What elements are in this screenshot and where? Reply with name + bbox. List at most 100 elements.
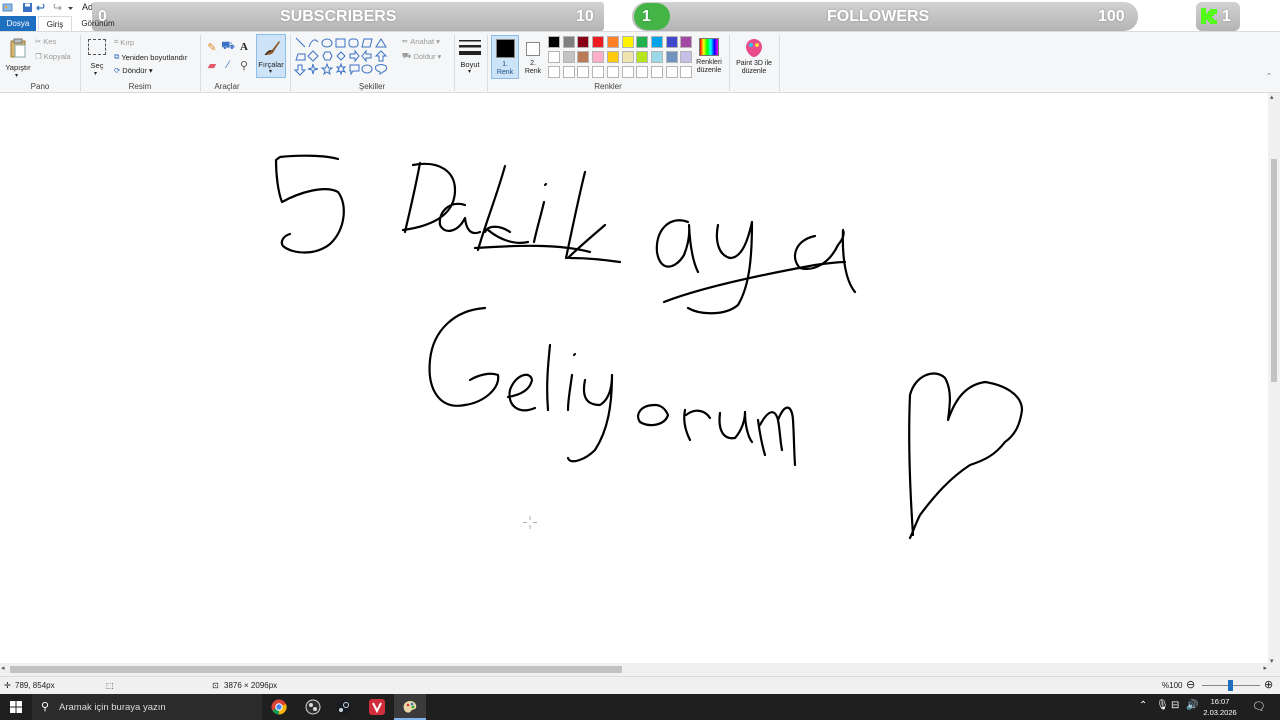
fill-bucket-icon[interactable]: ⛟ bbox=[221, 40, 235, 54]
handwritten-a2 bbox=[655, 219, 700, 274]
tab-file[interactable]: Dosya bbox=[0, 16, 36, 31]
paint-taskbar-icon bbox=[403, 701, 417, 713]
fill-button[interactable]: ⛟ Doldur ▾ bbox=[402, 51, 441, 61]
scroll-right-arrow-icon[interactable]: ▸ bbox=[1263, 664, 1267, 672]
custom-color-slot[interactable] bbox=[636, 66, 649, 78]
palette-swatch[interactable] bbox=[665, 51, 678, 63]
zoom-slider-thumb[interactable] bbox=[1228, 680, 1233, 691]
paint3d-button[interactable]: Paint 3D ile düzenle bbox=[733, 35, 775, 79]
horizontal-scroll-thumb[interactable] bbox=[10, 666, 622, 673]
handwriting-drawing bbox=[274, 154, 1024, 540]
custom-color-slot[interactable] bbox=[665, 66, 678, 78]
magnifier-icon[interactable]: ⚲ bbox=[237, 58, 251, 72]
custom-color-slot[interactable] bbox=[548, 66, 560, 78]
drawing-canvas[interactable] bbox=[0, 93, 1270, 663]
shapes-gallery[interactable] bbox=[294, 36, 398, 78]
cut-button[interactable]: ✂ Kes bbox=[35, 37, 56, 46]
custom-color-slot[interactable] bbox=[650, 66, 663, 78]
custom-color-slot[interactable] bbox=[606, 66, 619, 78]
resize-icon: ⧉ bbox=[114, 52, 120, 61]
palette-swatch[interactable] bbox=[592, 51, 605, 63]
palette-swatch[interactable] bbox=[636, 51, 649, 63]
show-hidden-icons-chevron-icon[interactable]: ⌃ bbox=[1139, 700, 1147, 711]
scroll-up-arrow-icon[interactable]: ▴ bbox=[1270, 93, 1274, 101]
windows-start-icon[interactable] bbox=[10, 701, 22, 713]
palette-swatch[interactable] bbox=[606, 51, 619, 63]
selection-size-icon: ⬚ bbox=[106, 681, 114, 690]
scroll-left-arrow-icon[interactable]: ◂ bbox=[1, 664, 5, 672]
color-picker-icon[interactable]: ⁄ bbox=[221, 58, 235, 72]
undo-icon[interactable] bbox=[36, 2, 47, 13]
horizontal-scrollbar[interactable]: ◂ ▸ bbox=[0, 663, 1280, 676]
custom-color-slot[interactable] bbox=[621, 66, 634, 78]
eraser-icon[interactable]: ▰ bbox=[205, 58, 219, 72]
custom-color-slot[interactable] bbox=[680, 66, 693, 78]
handwritten-o bbox=[637, 403, 670, 427]
palette-swatch[interactable] bbox=[680, 36, 693, 48]
zoom-out-icon[interactable]: ⊖ bbox=[1186, 678, 1195, 691]
outline-icon: ✏ bbox=[402, 37, 409, 46]
copy-icon: ❐ bbox=[35, 52, 42, 61]
palette-swatch[interactable] bbox=[577, 51, 590, 63]
size-button[interactable]: Boyut ▾ bbox=[456, 35, 484, 79]
taskbar-paint-button[interactable] bbox=[394, 694, 426, 720]
steam-icon[interactable] bbox=[336, 699, 352, 715]
taskbar-search-placeholder: Aramak için buraya yazın bbox=[59, 702, 166, 713]
paste-button[interactable]: Yapıştır ▾ bbox=[4, 35, 32, 79]
zoom-in-icon[interactable]: ⊕ bbox=[1264, 678, 1273, 691]
brush-icon bbox=[264, 41, 280, 56]
paint3d-icon bbox=[746, 39, 762, 57]
clock-date: 2.03.2026 bbox=[1203, 708, 1237, 717]
edit-colors-button[interactable]: Renkleri düzenle bbox=[694, 35, 724, 79]
paint3d-label: Paint 3D ile düzenle bbox=[729, 60, 779, 76]
outline-button[interactable]: ✏ Anahat ▾ bbox=[402, 37, 440, 46]
palette-swatch[interactable] bbox=[577, 36, 590, 48]
custom-color-slot[interactable] bbox=[577, 66, 590, 78]
palette-swatch[interactable] bbox=[548, 51, 560, 63]
handwritten-heart bbox=[908, 372, 1024, 540]
colors-group-label: Renkler bbox=[594, 82, 622, 91]
resize-button[interactable]: ⧉ Yeniden boyutlandır bbox=[114, 52, 187, 62]
palette-swatch[interactable] bbox=[606, 36, 619, 48]
tab-home[interactable]: Giriş bbox=[38, 16, 72, 31]
vertical-scrollbar[interactable]: ▴ ▾ bbox=[1268, 93, 1280, 665]
taskbar-search-box[interactable]: ⚲ Aramak için buraya yazın bbox=[32, 694, 262, 720]
volume-icon[interactable]: 🔊 bbox=[1186, 700, 1198, 711]
taskbar-clock[interactable]: 16:07 2.03.2026 bbox=[1200, 696, 1240, 718]
collapse-ribbon-icon[interactable]: ⌃ bbox=[1266, 72, 1272, 80]
tab-view[interactable]: Görünüm bbox=[76, 16, 120, 31]
crop-button[interactable]: ⌗ Kırp bbox=[114, 37, 134, 47]
select-button[interactable]: Seç ▾ bbox=[84, 35, 110, 79]
palette-swatch[interactable] bbox=[636, 36, 649, 48]
vertical-scroll-thumb[interactable] bbox=[1271, 159, 1277, 382]
palette-swatch[interactable] bbox=[562, 51, 575, 63]
vivaldi-icon[interactable] bbox=[369, 699, 385, 715]
rotate-button[interactable]: ⟳ Döndür ▾ bbox=[114, 66, 153, 75]
microphone-icon[interactable]: 🎙 bbox=[1156, 700, 1169, 711]
network-icon[interactable]: ⊟ bbox=[1171, 700, 1179, 711]
palette-swatch[interactable] bbox=[562, 36, 575, 48]
palette-swatch[interactable] bbox=[592, 36, 605, 48]
color1-button[interactable]: 1. Renk bbox=[491, 35, 519, 79]
notification-center-icon[interactable]: 🗨 bbox=[1252, 700, 1266, 713]
palette-swatch[interactable] bbox=[650, 51, 663, 63]
redo-icon[interactable] bbox=[51, 2, 62, 13]
custom-color-slot[interactable] bbox=[592, 66, 605, 78]
custom-color-slot[interactable] bbox=[562, 66, 575, 78]
copy-button[interactable]: ❐ Kopyala bbox=[35, 52, 71, 61]
palette-swatch[interactable] bbox=[621, 36, 634, 48]
brushes-button[interactable]: Fırçalar ▾ bbox=[256, 34, 286, 78]
text-tool-icon[interactable]: A bbox=[237, 40, 251, 54]
palette-swatch[interactable] bbox=[650, 36, 663, 48]
palette-swatch[interactable] bbox=[665, 36, 678, 48]
palette-swatch[interactable] bbox=[680, 51, 693, 63]
palette-swatch[interactable] bbox=[548, 36, 560, 48]
handwritten-y2 bbox=[566, 373, 614, 463]
palette-swatch[interactable] bbox=[621, 51, 634, 63]
color2-button[interactable]: 2. Renk bbox=[521, 35, 545, 79]
chrome-icon[interactable] bbox=[271, 699, 287, 715]
obs-studio-icon[interactable] bbox=[305, 699, 321, 715]
customize-quick-access-icon[interactable] bbox=[65, 2, 76, 13]
save-icon[interactable] bbox=[22, 2, 33, 13]
pencil-icon[interactable]: ✎ bbox=[205, 40, 219, 54]
